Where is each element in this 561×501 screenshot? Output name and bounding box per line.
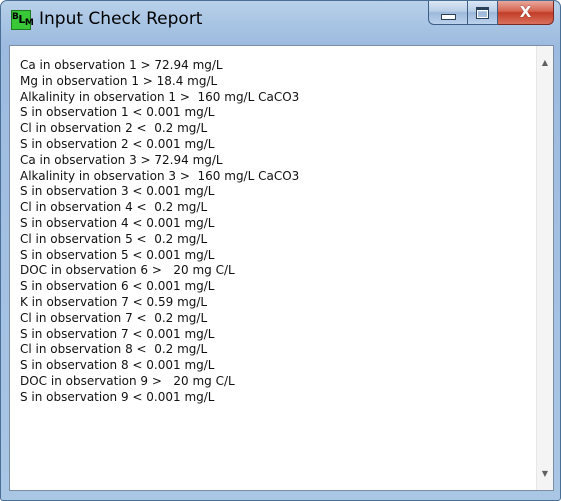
report-content: Ca in observation 1 > 72.94 mg/L Mg in ob…	[10, 46, 536, 490]
report-line: S in observation 9 < 0.001 mg/L	[20, 389, 215, 404]
report-line: S in observation 7 < 0.001 mg/L	[20, 326, 215, 341]
report-line: S in observation 2 < 0.001 mg/L	[20, 136, 215, 151]
minimize-icon	[440, 13, 456, 20]
report-line: Cl in observation 2 < 0.2 mg/L	[20, 121, 208, 136]
report-line: S in observation 5 < 0.001 mg/L	[20, 247, 215, 262]
title-bar[interactable]: BLM Input Check Report X	[1, 1, 560, 45]
scroll-down-arrow-icon[interactable]: ▼	[537, 465, 553, 482]
minimize-button[interactable]	[428, 1, 468, 25]
report-line: DOC in observation 9 > 20 mg C/L	[20, 373, 235, 388]
report-line: Cl in observation 5 < 0.2 mg/L	[20, 231, 208, 246]
report-line: Alkalinity in observation 1 > 160 mg/L C…	[20, 89, 300, 104]
report-line: Ca in observation 1 > 72.94 mg/L	[20, 58, 223, 72]
report-line: S in observation 3 < 0.001 mg/L	[20, 184, 215, 199]
report-text-box[interactable]: Ca in observation 1 > 72.94 mg/L Mg in ob…	[9, 45, 554, 491]
report-line: Mg in observation 1 > 18.4 mg/L	[20, 73, 218, 88]
report-line: S in observation 1 < 0.001 mg/L	[20, 105, 215, 120]
vertical-scrollbar[interactable]: ▲ ▼	[536, 46, 553, 490]
maximize-button[interactable]	[468, 1, 498, 25]
input-check-report-window: BLM Input Check Report X Ca in observati…	[0, 0, 561, 501]
report-line: Cl in observation 8 < 0.2 mg/L	[20, 342, 208, 357]
maximize-icon	[476, 6, 489, 19]
report-line: Ca in observation 3 > 72.94 mg/L	[20, 152, 223, 167]
scroll-up-arrow-icon[interactable]: ▲	[537, 54, 553, 71]
report-line: DOC in observation 6 > 20 mg C/L	[20, 263, 235, 278]
report-line: S in observation 6 < 0.001 mg/L	[20, 279, 215, 294]
caption-buttons: X	[428, 1, 554, 27]
app-icon-letter-l: L	[18, 13, 25, 26]
report-line: S in observation 8 < 0.001 mg/L	[20, 358, 215, 373]
report-line: Cl in observation 4 < 0.2 mg/L	[20, 200, 208, 215]
report-line: Cl in observation 7 < 0.2 mg/L	[20, 310, 208, 325]
app-icon-letter-m: M	[24, 18, 34, 28]
report-line: S in observation 4 < 0.001 mg/L	[20, 215, 215, 230]
close-icon: X	[519, 3, 532, 21]
report-line: K in observation 7 < 0.59 mg/L	[20, 294, 208, 309]
app-icon-letter-b: B	[12, 12, 19, 22]
report-line: Alkalinity in observation 3 > 160 mg/L C…	[20, 168, 300, 183]
blm-app-icon[interactable]: BLM	[11, 10, 34, 30]
window-title: Input Check Report	[39, 9, 203, 29]
close-button[interactable]: X	[498, 1, 554, 25]
